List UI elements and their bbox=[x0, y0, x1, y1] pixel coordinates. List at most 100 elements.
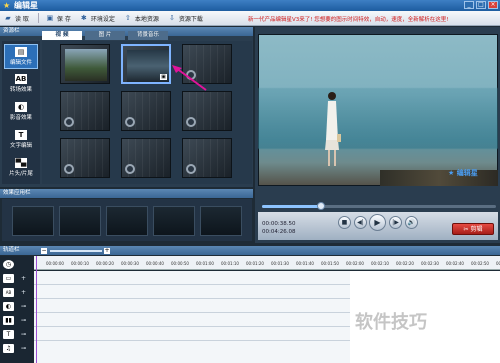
sidebar-item-label: 影音效果 bbox=[9, 115, 32, 121]
video-track-icon[interactable]: ▭ bbox=[3, 274, 14, 283]
timeline-tick-label: 00:01:10 bbox=[221, 261, 239, 266]
menu-bar: ▰ 读 取 ▣ 保 存 ✱ 环境设定 ⇧ 本地资源 ⇩ 资源下载 新一代产品编辑星V3来了… bbox=[0, 11, 500, 26]
zoom-in-button[interactable]: + bbox=[104, 248, 110, 254]
timeline-tick-label: 00:03:00 bbox=[496, 261, 500, 266]
add-effect-icon[interactable]: ⊸ bbox=[21, 304, 27, 310]
sidebar-item-effects[interactable]: ◐ 影音效果 bbox=[4, 100, 38, 125]
zoom-slider[interactable] bbox=[50, 250, 102, 252]
gear-icon: ✱ bbox=[80, 14, 87, 22]
track-divider bbox=[34, 312, 350, 313]
film-badge-icon: ▣ bbox=[160, 74, 167, 80]
resource-tabs: 视 频 图 片 背景音乐 bbox=[42, 31, 171, 40]
video-thumbnail[interactable] bbox=[60, 44, 110, 84]
timeline-title: 轨道栏 bbox=[3, 247, 20, 253]
settings-label: 环境设定 bbox=[90, 15, 115, 23]
add-music-icon[interactable]: ⊸ bbox=[21, 346, 27, 352]
empty-thumbnail[interactable] bbox=[121, 91, 171, 131]
text-track-icon[interactable]: T bbox=[3, 330, 14, 339]
video-sea bbox=[258, 34, 498, 186]
download-resources-label: 资源下载 bbox=[178, 15, 203, 23]
play-button[interactable]: ▶ bbox=[369, 214, 386, 231]
timeline-tick-label: 00:00:30 bbox=[121, 261, 139, 266]
timeline-tick-label: 00:01:50 bbox=[321, 261, 339, 266]
tab-images[interactable]: 图 片 bbox=[85, 31, 125, 40]
effect-slot[interactable] bbox=[12, 206, 54, 236]
tab-video[interactable]: 视 频 bbox=[42, 31, 82, 40]
timeline-tick-label: 00:00:20 bbox=[96, 261, 114, 266]
transition-track-icon[interactable]: AB bbox=[3, 288, 14, 297]
timeline-tick-label: 00:01:30 bbox=[271, 261, 289, 266]
previous-button[interactable]: ◀| bbox=[354, 216, 367, 229]
music-track-icon[interactable]: ♫ bbox=[3, 344, 14, 353]
settings-button[interactable]: ✱ 环境设定 bbox=[80, 14, 115, 23]
stop-button[interactable]: ■ bbox=[338, 216, 351, 229]
progress-handle[interactable] bbox=[316, 202, 325, 210]
sidebar-item-text[interactable]: T 文字编辑 bbox=[4, 128, 38, 153]
empty-thumbnail[interactable] bbox=[182, 91, 232, 131]
add-video-track-icon[interactable]: + bbox=[21, 276, 27, 282]
playhead-line[interactable] bbox=[36, 256, 37, 363]
sidebar-item-transitions[interactable]: AB 转场效果 bbox=[4, 72, 38, 97]
clip-save-button[interactable]: ✂ 剪辑 bbox=[452, 223, 494, 235]
open-button[interactable]: ▰ 读 取 bbox=[4, 14, 29, 23]
timeline-tick-label: 00:01:00 bbox=[196, 261, 214, 266]
timeline-tick-label: 00:02:00 bbox=[346, 261, 364, 266]
clock-track-icon[interactable]: ◷ bbox=[3, 260, 14, 269]
page-watermark: 软件技巧 bbox=[355, 312, 427, 333]
window-controls: _ □ × bbox=[464, 1, 498, 9]
file-edit-icon: ▤ bbox=[15, 47, 27, 57]
local-resources-label: 本地资源 bbox=[134, 15, 159, 23]
clip-save-label: 剪辑 bbox=[470, 226, 483, 233]
volume-button[interactable]: 🔊 bbox=[405, 216, 418, 229]
effect-slot[interactable] bbox=[59, 206, 101, 236]
effect-slot[interactable] bbox=[106, 206, 148, 236]
title-bar: ★ 编辑星 _ □ × bbox=[0, 0, 500, 11]
zoom-out-button[interactable]: − bbox=[41, 248, 47, 254]
video-rocks bbox=[380, 170, 498, 186]
promo-notice[interactable]: 新一代产品编辑星V3来了! 您想要的图示时间特效，自动，速度，全新解析在这里! bbox=[248, 15, 448, 23]
app-window: ★ 编辑星 _ □ × ▰ 读 取 ▣ 保 存 ✱ 环境设定 ⇧ 本地资源 ⇩ 资源下载 … bbox=[0, 0, 500, 363]
effects-panel-header: 效果应用栏 bbox=[0, 189, 253, 198]
track-controls: ◷ ▭ + AB + ◐ ⊸ ▮▮ ⊸ T ⊸ ♫ ⊸ bbox=[0, 256, 34, 363]
progress-fill bbox=[262, 205, 321, 208]
audio-track-icon[interactable]: ▮▮ bbox=[3, 316, 14, 325]
resource-sidebar: ▤ 编辑文件 AB 转场效果 ◐ 影音效果 T 文字编辑 ▀▄ 片头/片尾 bbox=[2, 41, 40, 184]
timeline-tick-label: 00:02:40 bbox=[446, 261, 464, 266]
sidebar-item-intro-outro[interactable]: ▀▄ 片头/片尾 bbox=[4, 156, 38, 181]
empty-thumbnail[interactable] bbox=[121, 138, 171, 178]
sidebar-item-label: 片头/片尾 bbox=[9, 171, 33, 177]
next-button[interactable]: |▶ bbox=[389, 216, 402, 229]
effect-slot[interactable] bbox=[200, 206, 242, 236]
timeline-tick-label: 00:00:00 bbox=[46, 261, 64, 266]
local-resources-button[interactable]: ⇧ 本地资源 bbox=[124, 14, 159, 23]
sidebar-item-edit-file[interactable]: ▤ 编辑文件 bbox=[4, 44, 38, 69]
effects-strip bbox=[2, 199, 252, 241]
download-resources-button[interactable]: ⇩ 资源下载 bbox=[168, 14, 203, 23]
save-button[interactable]: ▣ 保 存 bbox=[46, 14, 71, 23]
video-thumbnail-selected[interactable]: ▣ bbox=[121, 44, 171, 84]
tab-music[interactable]: 背景音乐 bbox=[128, 31, 168, 40]
close-button[interactable]: × bbox=[488, 1, 498, 9]
empty-thumbnail[interactable] bbox=[182, 138, 232, 178]
add-text-icon[interactable]: ⊸ bbox=[21, 332, 27, 338]
film-reel-icon bbox=[186, 164, 196, 174]
sidebar-item-label: 文字编辑 bbox=[9, 143, 32, 149]
empty-thumbnail[interactable] bbox=[60, 138, 110, 178]
film-reel-icon bbox=[125, 164, 135, 174]
add-audio-icon[interactable]: ⊸ bbox=[21, 318, 27, 324]
film-reel-icon bbox=[64, 117, 74, 127]
film-reel-icon bbox=[186, 117, 196, 127]
timeline-tick-label: 00:02:20 bbox=[396, 261, 414, 266]
add-transition-icon[interactable]: + bbox=[21, 290, 27, 296]
track-divider bbox=[34, 284, 350, 285]
track-divider bbox=[34, 326, 350, 327]
effect-track-icon[interactable]: ◐ bbox=[3, 302, 14, 311]
minimize-button[interactable]: _ bbox=[464, 1, 474, 9]
empty-thumbnail[interactable] bbox=[60, 91, 110, 131]
time-current: 00:00:38.50 bbox=[262, 221, 296, 227]
maximize-button[interactable]: □ bbox=[476, 1, 486, 9]
track-divider bbox=[34, 340, 350, 341]
upload-icon: ⇧ bbox=[124, 14, 131, 22]
effect-slot[interactable] bbox=[153, 206, 195, 236]
timeline-tick-label: 00:00:50 bbox=[171, 261, 189, 266]
